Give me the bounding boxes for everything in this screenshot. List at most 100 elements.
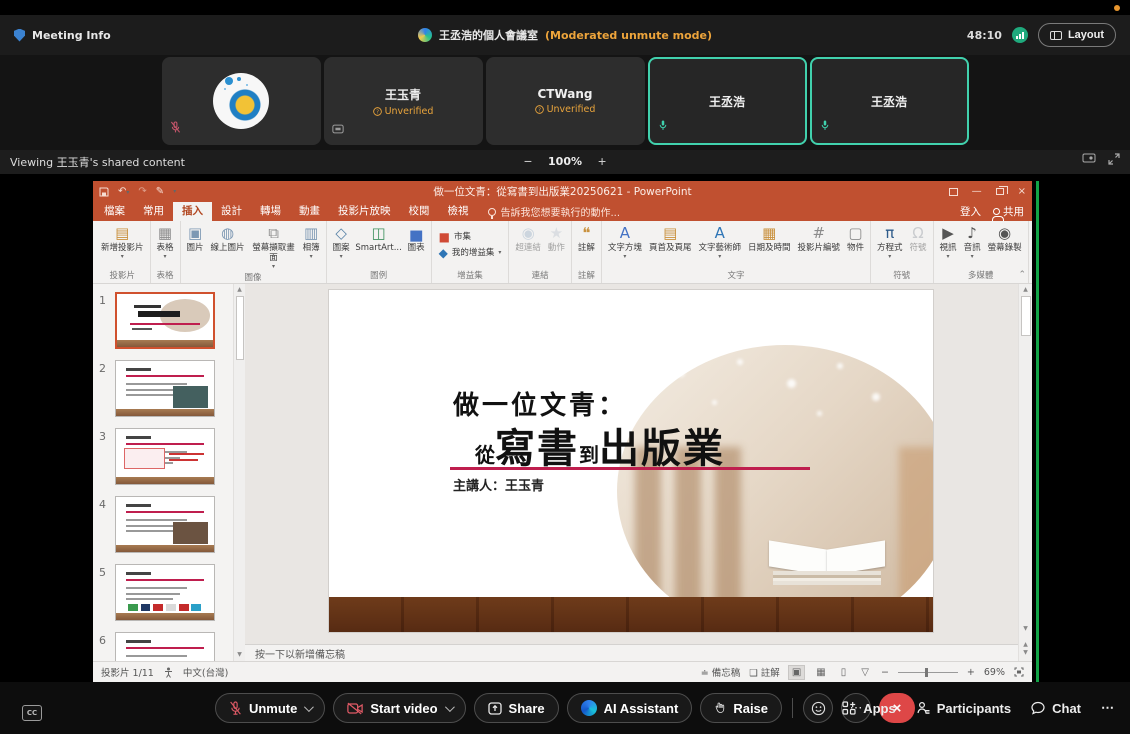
save-icon[interactable]	[99, 187, 109, 197]
ribbon-btn-my-addins[interactable]: ◆我的增益集▾	[435, 247, 506, 261]
tab-檢視[interactable]: 檢視	[439, 202, 478, 221]
tab-插入[interactable]: 插入	[173, 202, 212, 221]
tab-動畫[interactable]: 動畫	[290, 202, 329, 221]
ribbon-btn-textbox[interactable]: A文字方塊▾	[605, 223, 645, 268]
tab-檔案[interactable]: 檔案	[95, 202, 134, 221]
participant-tile[interactable]	[162, 57, 321, 145]
share-ribbon-button[interactable]: 共用	[993, 204, 1024, 219]
sign-in-button[interactable]: 登入	[960, 204, 981, 219]
participant-tile[interactable]: 王丞浩	[810, 57, 969, 145]
ribbon-btn-photo-album[interactable]: ▥相簿▾	[300, 223, 323, 270]
tell-me-box[interactable]: 告訴我您想要執行的動作...	[488, 204, 621, 219]
ribbon-btn-picture[interactable]: ▣圖片	[184, 223, 207, 270]
participant-tile[interactable]: 王玉青? Unverified	[324, 57, 483, 145]
notes-toggle[interactable]: ≐ 備忘稿	[701, 665, 741, 679]
slide-thumbnail[interactable]: 6	[99, 632, 231, 661]
ribbon-btn-comment[interactable]: ❝註解	[575, 223, 598, 268]
language-indicator[interactable]: 中文(台灣)	[183, 665, 228, 679]
slide-thumbnail[interactable]: 2	[99, 360, 231, 417]
chat-button[interactable]: Chat	[1031, 701, 1081, 716]
slide-thumbnail[interactable]: 4	[99, 496, 231, 553]
comments-toggle[interactable]: ❑ 註解	[749, 665, 780, 679]
thumbnail-slide[interactable]	[115, 496, 215, 553]
thumbnail-slide[interactable]	[115, 428, 215, 485]
closed-captions-button[interactable]: CC	[22, 705, 42, 721]
tab-校閱[interactable]: 校閱	[400, 202, 439, 221]
tab-投影片放映[interactable]: 投影片放映	[329, 202, 400, 221]
apps-button[interactable]: Apps	[842, 701, 896, 716]
raise-hand-button[interactable]: Raise	[700, 693, 782, 723]
collapse-ribbon-icon[interactable]: ⌃	[1018, 270, 1026, 280]
ribbon-btn-slide-number[interactable]: #投影片編號	[794, 223, 843, 268]
notes-pane[interactable]: 按一下以新增備忘稿	[245, 644, 1018, 661]
participants-button[interactable]: Participants	[916, 701, 1011, 716]
chevron-down-icon[interactable]	[304, 702, 314, 712]
ribbon-btn-video[interactable]: ▶視訊▾	[937, 223, 960, 268]
expand-icon[interactable]	[1108, 153, 1120, 165]
slide-thumbnail[interactable]: 5	[99, 564, 231, 621]
ribbon-btn-action[interactable]: ★動作	[545, 223, 568, 268]
accessibility-icon[interactable]	[164, 667, 173, 678]
thumbnail-slide[interactable]	[115, 292, 215, 349]
previous-slide-button[interactable]: ▲	[1023, 641, 1028, 649]
normal-view-icon[interactable]: ▣	[789, 666, 804, 679]
chevron-down-icon[interactable]	[444, 702, 454, 712]
ribbon-btn-object[interactable]: ▢物件	[844, 223, 867, 268]
qat-customize-icon[interactable]: ▾	[173, 188, 176, 195]
ribbon-btn-table[interactable]: ▦表格▾	[154, 223, 177, 268]
ribbon-display-options-icon[interactable]	[949, 188, 958, 196]
thumbnail-slide[interactable]	[115, 360, 215, 417]
minimize-icon[interactable]: —	[972, 186, 982, 197]
slide-thumbnail[interactable]: 1	[99, 292, 231, 349]
zoom-out-ppt-icon[interactable]: −	[881, 667, 889, 678]
restore-icon[interactable]	[996, 188, 1004, 195]
slide-thumbnail[interactable]: 3	[99, 428, 231, 485]
thumbnail-slide[interactable]	[115, 632, 215, 661]
thumbnail-scrollbar[interactable]: ▲▼	[233, 284, 245, 661]
reactions-button[interactable]	[803, 693, 833, 723]
close-icon[interactable]: ×	[1018, 186, 1026, 197]
ribbon-btn-online-picture[interactable]: ◍線上圖片	[208, 223, 248, 270]
ai-assistant-button[interactable]: AI Assistant	[567, 693, 693, 723]
ribbon-btn-new-slide[interactable]: ▤新增投影片▾	[98, 223, 147, 268]
ribbon-btn-hyperlink[interactable]: ◉超連結	[512, 223, 544, 268]
redo-icon[interactable]: ↷	[138, 186, 146, 197]
layout-button[interactable]: Layout	[1038, 23, 1116, 47]
next-slide-button[interactable]: ▼	[1023, 649, 1028, 657]
ribbon-btn-equation[interactable]: π方程式▾	[874, 223, 906, 268]
ribbon-btn-wordart[interactable]: A文字藝術師▾	[695, 223, 744, 268]
display-icon[interactable]	[1082, 153, 1096, 165]
touch-mode-icon[interactable]: ✎	[156, 186, 164, 197]
tab-常用[interactable]: 常用	[134, 202, 173, 221]
ribbon-btn-store[interactable]: ■市集	[435, 231, 506, 245]
thumbnail-slide[interactable]	[115, 564, 215, 621]
fit-to-window-icon[interactable]	[1014, 667, 1024, 677]
ribbon-btn-screen-record[interactable]: ◉螢幕錄製	[985, 223, 1025, 268]
zoom-in-button[interactable]: +	[598, 152, 606, 170]
share-button[interactable]: Share	[474, 693, 559, 723]
ribbon-btn-header-footer[interactable]: ▤頁首及頁尾	[646, 223, 695, 268]
meeting-info-button[interactable]: Meeting Info	[14, 29, 111, 42]
zoom-in-ppt-icon[interactable]: +	[967, 667, 975, 678]
tab-轉場[interactable]: 轉場	[251, 202, 290, 221]
unmute-button[interactable]: Unmute	[215, 693, 325, 723]
ribbon-btn-shapes[interactable]: ◇圖案▾	[330, 223, 353, 268]
ribbon-btn-audio[interactable]: ♪音訊▾	[961, 223, 984, 268]
slide-sorter-icon[interactable]: ▦	[813, 666, 828, 679]
zoom-slider[interactable]	[898, 672, 958, 673]
toolbar-overflow-button[interactable]: ⋯	[1101, 700, 1114, 716]
slide-scrollbar[interactable]: ▲▼ ▲ ▼	[1018, 284, 1032, 661]
connection-quality-icon[interactable]	[1012, 27, 1028, 43]
undo-icon[interactable]: ↶▾	[118, 186, 129, 197]
ribbon-btn-screenshot[interactable]: ⧉螢幕擷取畫面▾	[249, 223, 299, 270]
participant-tile[interactable]: CTWang? Unverified	[486, 57, 645, 145]
reading-view-icon[interactable]: ▯	[838, 666, 850, 679]
slideshow-icon[interactable]: ▽	[858, 666, 872, 679]
ribbon-btn-chart[interactable]: ▅圖表	[405, 223, 428, 268]
ribbon-btn-date-time[interactable]: ▦日期及時間	[745, 223, 794, 268]
start-video-button[interactable]: Start video	[333, 693, 465, 723]
participant-tile[interactable]: 王丞浩	[648, 57, 807, 145]
ribbon-btn-symbol[interactable]: Ω符號	[907, 223, 930, 268]
tab-設計[interactable]: 設計	[212, 202, 251, 221]
zoom-out-button[interactable]: −	[524, 152, 532, 170]
